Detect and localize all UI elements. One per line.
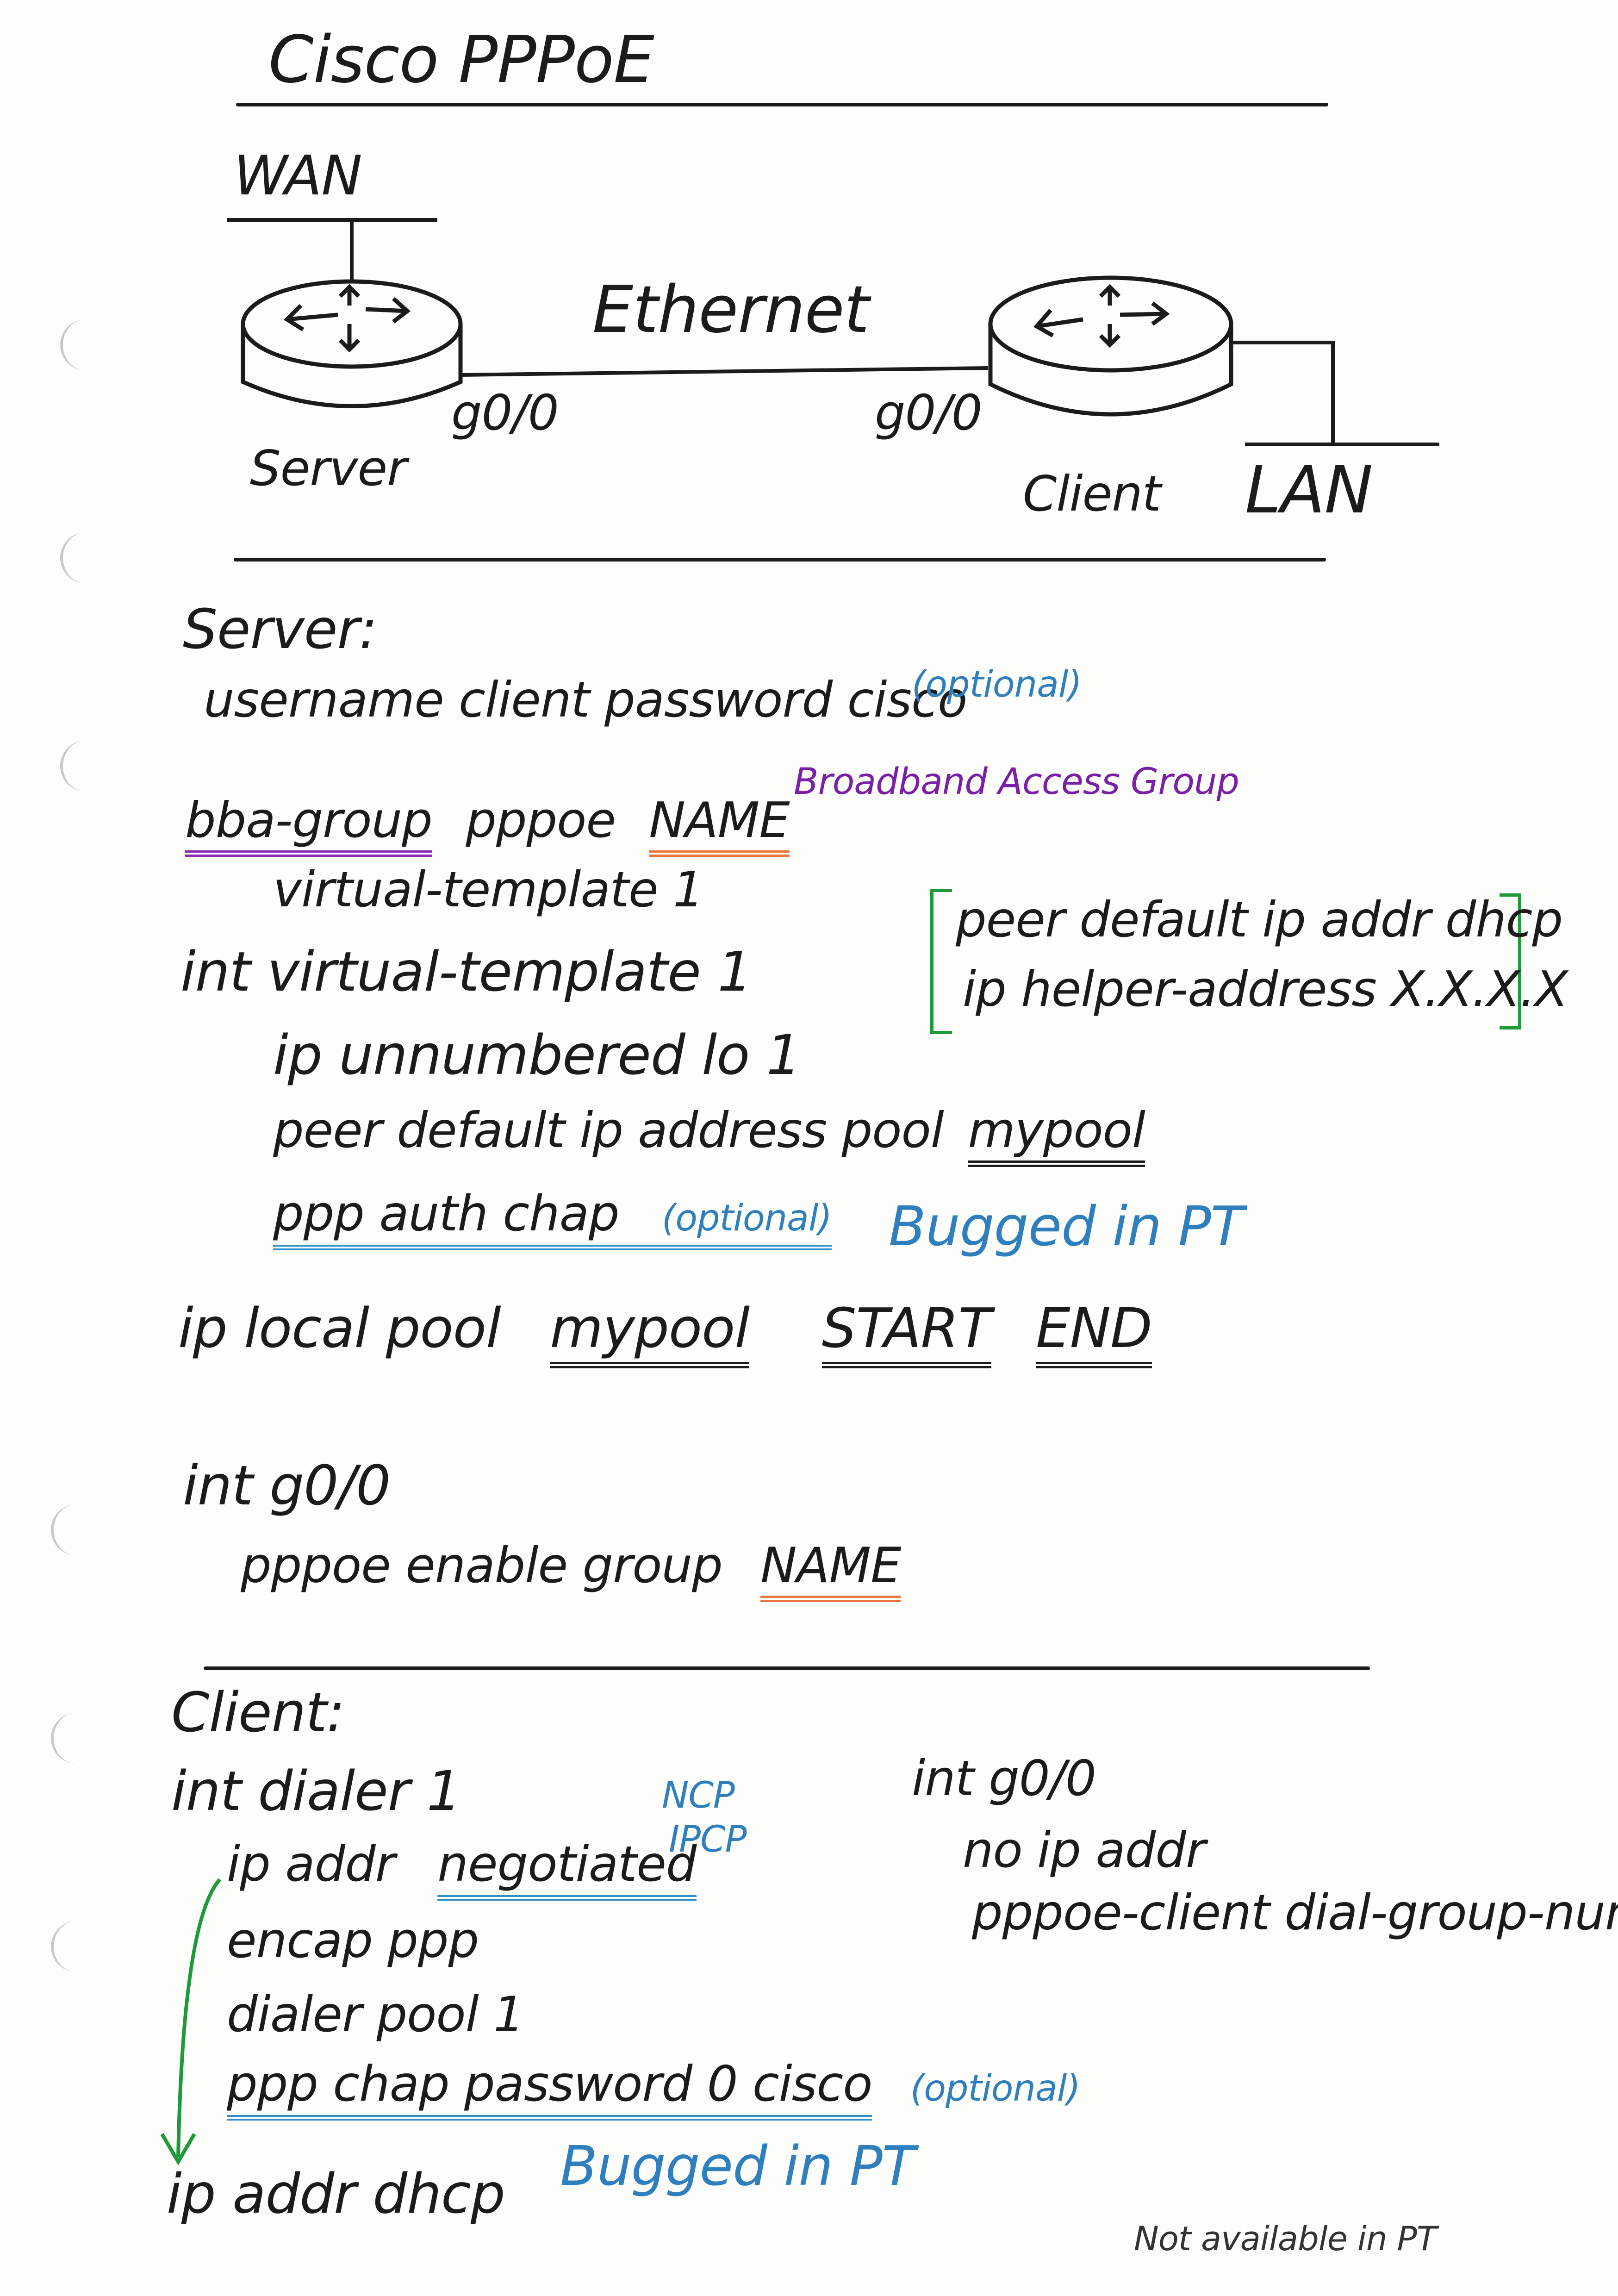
client-int-g00: int g0/0 [912,1750,1096,1807]
pppoe-client-dial-group: pppoe-client dial-group-num 1 [972,1884,1618,1941]
bugged-in-pt-note: Bugged in PT [560,2134,915,2198]
ip-addr-dhcp: ip addr dhcp [167,2162,505,2226]
not-available-note: Not available in PT [1134,2219,1437,2258]
green-arrow-icon [160,1878,221,2165]
no-ip-addr: no ip addr [963,1822,1206,1878]
